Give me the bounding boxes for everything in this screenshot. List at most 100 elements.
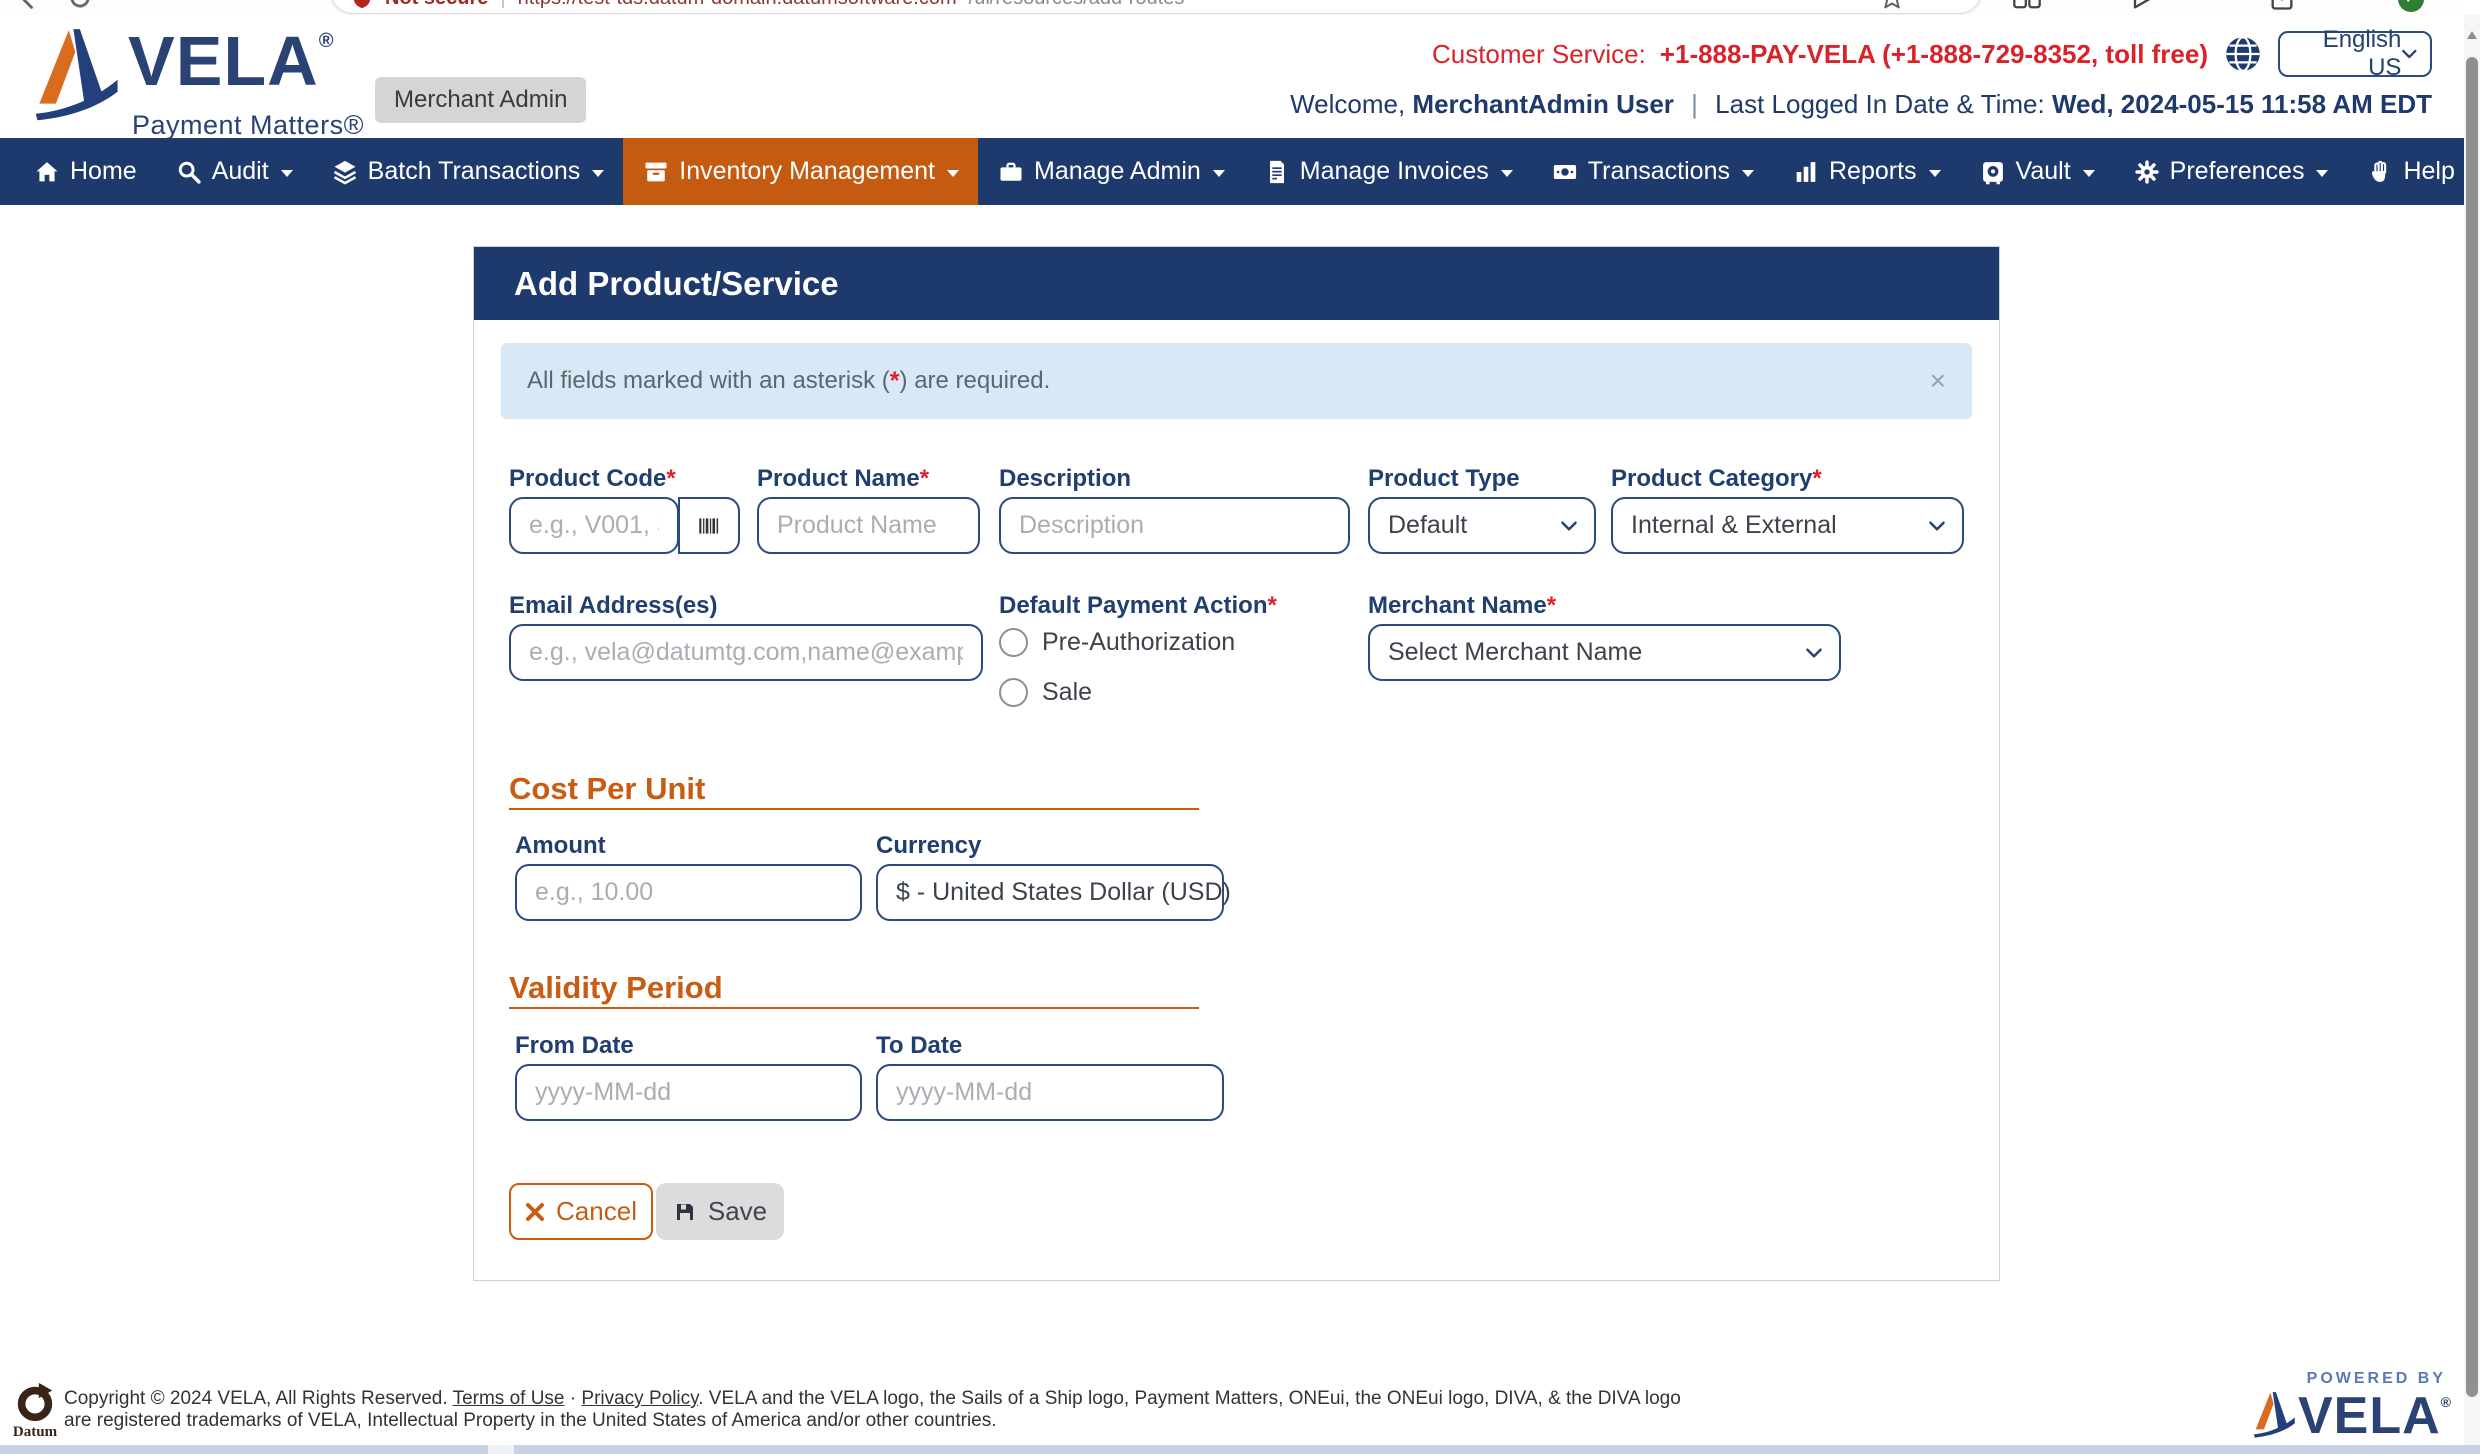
nav-item-label: Help: [2403, 157, 2454, 186]
last-login-value: Wed, 2024-05-15 11:58 AM EDT: [2052, 89, 2432, 119]
header-right: Customer Service: +1-888-PAY-VELA (+1-88…: [1290, 31, 2432, 120]
nav-item-transactions[interactable]: Transactions: [1532, 138, 1773, 205]
vertical-scrollbar[interactable]: [2464, 15, 2480, 1445]
home-icon: [33, 158, 61, 186]
nav-item-label: Home: [70, 157, 137, 186]
bookmark-star-icon[interactable]: [1878, 0, 1906, 12]
product-type-select[interactable]: Default: [1368, 497, 1596, 554]
cancel-button[interactable]: Cancel: [509, 1183, 653, 1240]
email-input[interactable]: [509, 624, 983, 681]
globe-icon[interactable]: [2222, 33, 2264, 75]
nav-item-manage-admin[interactable]: Manage Admin: [978, 138, 1244, 205]
x-icon: [525, 1202, 545, 1222]
product-name-input[interactable]: [757, 497, 980, 554]
required-asterisk: *: [1268, 592, 1277, 619]
bar-chart-icon: [1792, 158, 1820, 186]
welcome-separator: |: [1691, 89, 1698, 119]
chevron-down-icon: [592, 170, 604, 177]
briefcase-icon: [997, 158, 1025, 186]
copyright-text: Copyright © 2024 VELA, All Rights Reserv…: [64, 1388, 1681, 1432]
url-path: /ui/resources/add-routes: [969, 0, 1185, 10]
merchant-name-label: Merchant Name*: [1368, 592, 1556, 620]
merchant-admin-badge: Merchant Admin: [375, 77, 586, 123]
to-date-input[interactable]: [876, 1064, 1224, 1121]
amount-input[interactable]: [515, 864, 862, 921]
save-floppy-icon: [673, 1200, 697, 1224]
nav-item-label: Batch Transactions: [368, 157, 581, 186]
vela-sail-logo-icon: [2252, 1390, 2298, 1442]
currency-label: Currency: [876, 832, 981, 860]
customer-service-label: Customer Service:: [1432, 39, 1646, 70]
pre-authorization-option[interactable]: Pre-Authorization: [999, 628, 1235, 657]
chevron-down-icon: [2083, 170, 2095, 177]
terms-of-use-link[interactable]: Terms of Use: [453, 1388, 565, 1409]
layers-icon: [331, 158, 359, 186]
datum-label: Datum: [10, 1424, 60, 1441]
extension-check-icon[interactable]: ✓: [2398, 0, 2424, 12]
nav-item-audit[interactable]: Audit: [156, 138, 312, 205]
taskbar-item: [488, 1445, 514, 1454]
email-label: Email Address(es): [509, 592, 718, 620]
chevron-down-icon: [1742, 170, 1754, 177]
chevron-down-icon: [1928, 520, 1946, 532]
chevron-down-icon: [1929, 170, 1941, 177]
vela-sail-logo-icon: [32, 25, 124, 129]
scroll-up-arrow-icon[interactable]: [2467, 31, 2477, 39]
brand-wordmark: VELA®: [128, 21, 334, 101]
nav-item-label: Preferences: [2170, 157, 2305, 186]
nav-item-label: Vault: [2016, 157, 2071, 186]
sale-radio[interactable]: [999, 678, 1028, 707]
nav-item-preferences[interactable]: Preferences: [2114, 138, 2348, 205]
section-divider: [509, 808, 1199, 810]
product-category-value: Internal & External: [1631, 511, 1837, 540]
chevron-down-icon: [1805, 647, 1823, 659]
browser-back-icon[interactable]: [14, 0, 42, 12]
share-box-icon[interactable]: [2268, 0, 2296, 12]
browser-reload-icon[interactable]: [66, 0, 94, 12]
from-date-label: From Date: [515, 1032, 634, 1060]
nav-item-label: Inventory Management: [679, 157, 935, 186]
nav-item-home[interactable]: Home: [14, 138, 156, 205]
pre-authorization-radio[interactable]: [999, 628, 1028, 657]
cancel-label: Cancel: [556, 1196, 637, 1227]
sidebar-triangle-icon[interactable]: [2128, 0, 2156, 12]
link-separator: ·: [565, 1388, 582, 1409]
merchant-name-select[interactable]: Select Merchant Name: [1368, 624, 1841, 681]
product-category-select[interactable]: Internal & External: [1611, 497, 1964, 554]
split-screen-icon[interactable]: [2012, 0, 2042, 12]
last-login-label: Last Logged In Date & Time:: [1715, 89, 2045, 119]
invoice-icon: [1263, 158, 1291, 186]
archive-box-icon: [642, 158, 670, 186]
sale-option[interactable]: Sale: [999, 678, 1092, 707]
nav-item-batch-transactions[interactable]: Batch Transactions: [312, 138, 624, 205]
browser-address-bar[interactable]: Not secure | https://test-tds.datum-doma…: [330, 0, 1982, 14]
copyright-line2: are registered trademarks of VELA, Intel…: [64, 1410, 1681, 1432]
language-select[interactable]: English US: [2278, 31, 2432, 77]
save-button[interactable]: Save: [656, 1183, 784, 1240]
from-date-input[interactable]: [515, 1064, 862, 1121]
welcome-user: MerchantAdmin User: [1412, 89, 1674, 119]
to-date-label: To Date: [876, 1032, 962, 1060]
save-label: Save: [708, 1196, 767, 1227]
nav-item-vault[interactable]: Vault: [1960, 138, 2114, 205]
alert-close-icon[interactable]: ×: [1930, 365, 1946, 397]
gear-icon: [2133, 158, 2161, 186]
nav-item-inventory-management[interactable]: Inventory Management: [623, 138, 978, 205]
nav-item-manage-invoices[interactable]: Manage Invoices: [1244, 138, 1532, 205]
nav-item-help[interactable]: Help: [2347, 138, 2480, 205]
copyright-line1: Copyright © 2024 VELA, All Rights Reserv…: [64, 1388, 453, 1409]
required-fields-alert: All fields marked with an asterisk (*) a…: [501, 343, 1972, 419]
privacy-policy-link[interactable]: Privacy Policy: [581, 1388, 698, 1409]
scrollbar-thumb[interactable]: [2466, 57, 2478, 1397]
money-icon: [1551, 158, 1579, 186]
product-type-value: Default: [1388, 511, 1467, 540]
chevron-down-icon: [281, 170, 293, 177]
copyright-line1-cont: . VELA and the VELA logo, the Sails of a…: [698, 1388, 1681, 1409]
nav-item-reports[interactable]: Reports: [1773, 138, 1960, 205]
product-code-input[interactable]: [509, 497, 679, 554]
currency-select[interactable]: $ - United States Dollar (USD): [876, 864, 1224, 921]
nav-item-label: Manage Invoices: [1300, 157, 1489, 186]
barcode-scan-button[interactable]: [678, 497, 740, 554]
welcome-line: Welcome, MerchantAdmin User | Last Logge…: [1290, 89, 2432, 120]
description-input[interactable]: [999, 497, 1350, 554]
